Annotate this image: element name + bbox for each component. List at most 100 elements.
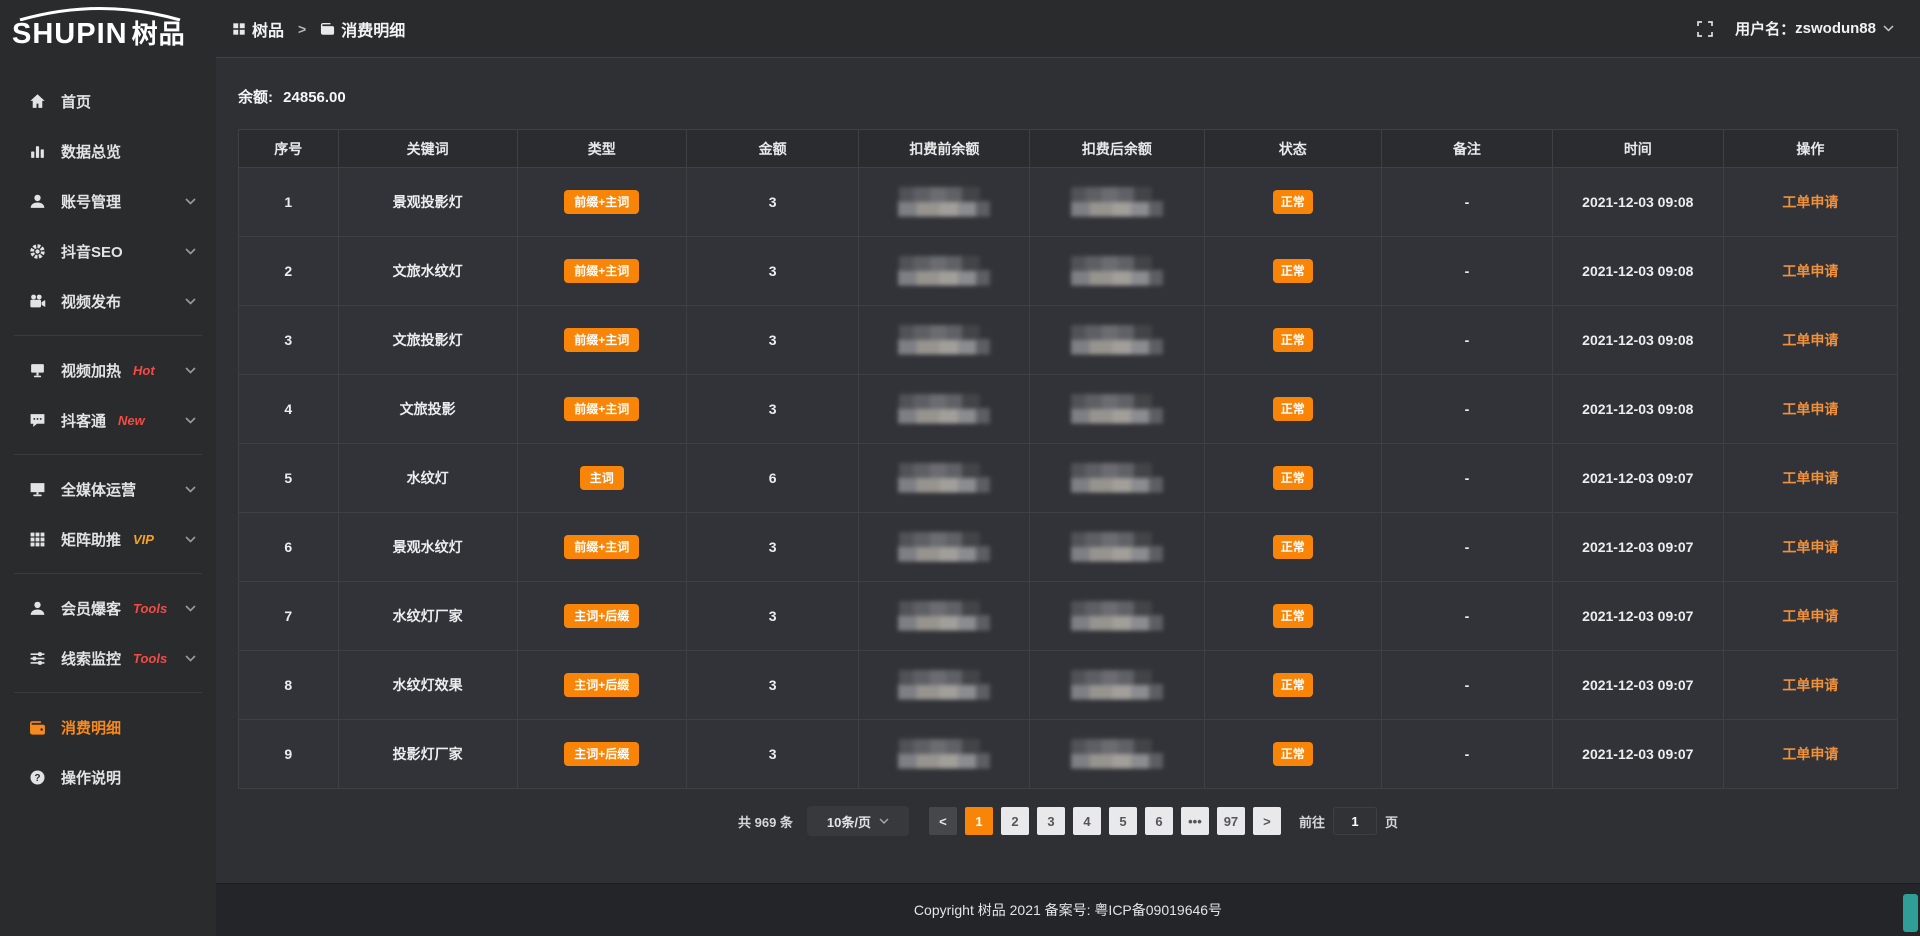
tools-badge: Tools [133,601,167,616]
prev-page-button[interactable]: < [929,807,957,835]
svg-text:?: ? [34,772,40,783]
page-button-3[interactable]: 3 [1037,807,1065,835]
sidebar-item-matrix-boost[interactable]: 矩阵助推 VIP [0,514,216,564]
user-menu[interactable]: 用户名： zswodun88 [1735,18,1894,39]
status-badge: 正常 [1273,190,1313,214]
pagination-total: 共 969 条 [738,812,793,831]
cell-type: 前缀+主词 [517,513,686,582]
page-button-97[interactable]: 97 [1217,807,1245,835]
page-button-6[interactable]: 6 [1145,807,1173,835]
page-size-select[interactable]: 10条/页 [807,806,909,836]
cell-keyword: 水纹灯厂家 [338,582,517,651]
goto-page-input[interactable] [1333,807,1377,835]
cell-time: 2021-12-03 09:07 [1552,582,1723,651]
redacted-balance [898,739,990,769]
table-row: 8 水纹灯效果 主词+后缀 3 正常 - 2021-12-03 09:07 工单… [239,651,1898,720]
page-button-4[interactable]: 4 [1073,807,1101,835]
status-badge: 正常 [1273,466,1313,490]
cell-action: 工单申请 [1723,237,1897,306]
work-order-link[interactable]: 工单申请 [1782,677,1838,693]
cell-balance-before [859,168,1030,237]
sidebar-item-doukotong[interactable]: 抖客通 New [0,395,216,445]
cell-status: 正常 [1204,237,1382,306]
type-badge: 前缀+主词 [564,190,639,214]
sidebar-item-label: 视频加热 [61,360,121,381]
floating-widget[interactable] [1903,894,1918,932]
home-icon [28,92,46,110]
work-order-link[interactable]: 工单申请 [1782,263,1838,279]
sidebar-item-instructions[interactable]: ? 操作说明 [0,752,216,802]
vip-badge: VIP [133,532,154,547]
cell-balance-before [859,720,1030,789]
redacted-balance [898,601,990,631]
work-order-link[interactable]: 工单申请 [1782,401,1838,417]
logo-arc [16,5,184,21]
question-circle-icon: ? [28,768,46,786]
sidebar-item-label: 数据总览 [61,141,121,162]
type-badge: 主词 [580,466,624,490]
redacted-balance [898,256,990,286]
chat-bubble-icon [28,411,46,429]
grid-icon [28,530,46,548]
redacted-balance [898,325,990,355]
sidebar-item-home[interactable]: 首页 [0,76,216,126]
breadcrumb-brand[interactable]: 树品 [232,17,284,41]
sidebar-item-account[interactable]: 账号管理 [0,176,216,226]
user-icon [28,192,46,210]
cell-amount: 3 [686,375,859,444]
sidebar-item-lead-monitor[interactable]: 线索监控 Tools [0,633,216,683]
cell-time: 2021-12-03 09:08 [1552,168,1723,237]
page-button-2[interactable]: 2 [1001,807,1029,835]
cell-status: 正常 [1204,168,1382,237]
logo-text: SHUPIN树品 [12,18,186,50]
work-order-link[interactable]: 工单申请 [1782,194,1838,210]
cell-action: 工单申请 [1723,651,1897,720]
sidebar-item-douyin-seo[interactable]: 抖音SEO [0,226,216,276]
sidebar-item-video-heat[interactable]: 视频加热 Hot [0,345,216,395]
sidebar-item-data-overview[interactable]: 数据总览 [0,126,216,176]
cell-remark: - [1382,651,1553,720]
work-order-link[interactable]: 工单申请 [1782,539,1838,555]
logo-text-cn: 树品 [132,19,186,49]
sidebar-item-label: 视频发布 [61,291,121,312]
username-value: zswodun88 [1795,20,1876,37]
cell-status: 正常 [1204,444,1382,513]
redacted-balance [1071,463,1163,493]
col-header-type: 类型 [517,130,686,168]
redacted-balance [1071,670,1163,700]
table-row: 9 投影灯厂家 主词+后缀 3 正常 - 2021-12-03 09:07 工单… [239,720,1898,789]
sidebar-item-member-burst[interactable]: 会员爆客 Tools [0,583,216,633]
type-badge: 主词+后缀 [564,673,639,697]
col-header-balance-after: 扣费后余额 [1030,130,1204,168]
work-order-link[interactable]: 工单申请 [1782,746,1838,762]
type-badge: 前缀+主词 [564,397,639,421]
chevron-down-icon [185,655,196,662]
cell-amount: 3 [686,237,859,306]
cell-time: 2021-12-03 09:07 [1552,651,1723,720]
redacted-balance [898,532,990,562]
next-page-button[interactable]: > [1253,807,1281,835]
cell-amount: 3 [686,582,859,651]
page-button-5[interactable]: 5 [1109,807,1137,835]
type-badge: 主词+后缀 [564,742,639,766]
sidebar-item-label: 线索监控 [61,648,121,669]
work-order-link[interactable]: 工单申请 [1782,608,1838,624]
more-pages-button[interactable]: ••• [1181,807,1209,835]
work-order-link[interactable]: 工单申请 [1782,332,1838,348]
wallet-icon [320,21,335,36]
page-button-1[interactable]: 1 [965,807,993,835]
sidebar-item-consumption[interactable]: 消费明细 [0,702,216,752]
cell-remark: - [1382,237,1553,306]
work-order-link[interactable]: 工单申请 [1782,470,1838,486]
cell-seq: 2 [239,237,339,306]
username-label: 用户名： [1735,18,1795,39]
redacted-balance [898,394,990,424]
wallet-icon [28,718,46,736]
sidebar-item-media-operation[interactable]: 全媒体运营 [0,464,216,514]
cell-action: 工单申请 [1723,375,1897,444]
fullscreen-icon[interactable] [1697,21,1713,37]
breadcrumb-current[interactable]: 消费明细 [320,17,405,41]
chevron-down-icon [185,198,196,205]
cell-seq: 1 [239,168,339,237]
sidebar-item-video-publish[interactable]: 视频发布 [0,276,216,326]
